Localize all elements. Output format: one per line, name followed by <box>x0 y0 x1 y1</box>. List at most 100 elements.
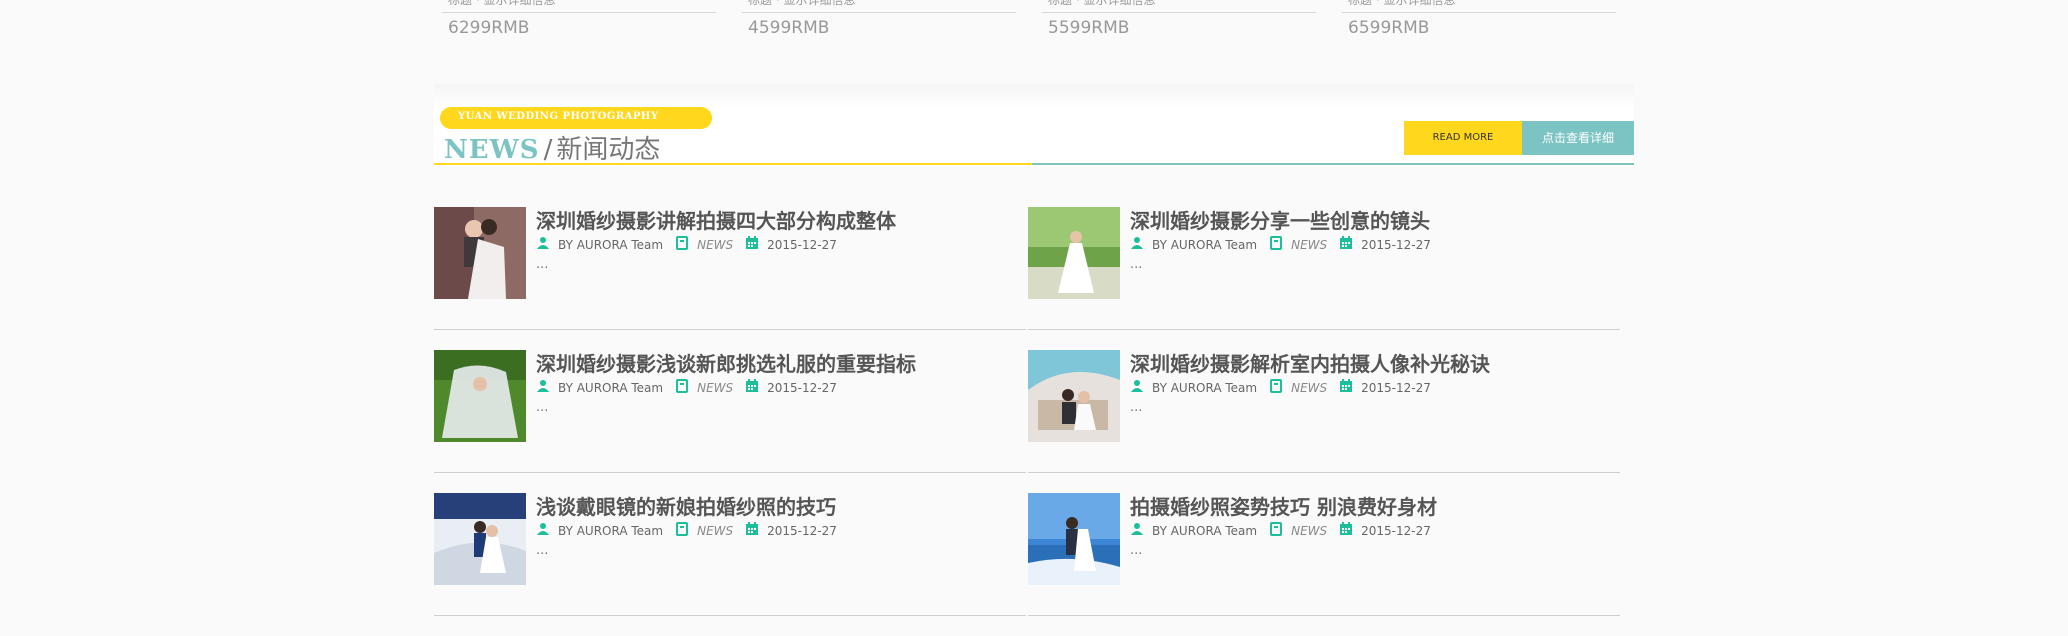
calendar-icon <box>1339 379 1353 396</box>
news-meta: BY AURORA Team NEWS 2015-12-27 <box>536 379 849 396</box>
news-excerpt: ... <box>536 257 549 272</box>
divider <box>1342 12 1616 13</box>
product-card[interactable]: 标题 · 显示详细信息 6299RMB <box>434 0 716 60</box>
calendar-icon <box>745 379 759 396</box>
book-icon <box>1269 379 1283 396</box>
news-excerpt: ... <box>1130 543 1143 558</box>
news-category[interactable]: NEWS <box>697 381 733 395</box>
page-wrapper: 标题 · 显示详细信息 6299RMB 标题 · 显示详细信息 4599RMB … <box>434 0 1634 625</box>
news-meta: BY AURORA Team NEWS 2015-12-27 <box>1130 522 1443 539</box>
news-title[interactable]: 浅谈戴眼镜的新娘拍婚纱照的技巧 <box>536 491 836 520</box>
section-tag-text: YUAN WEDDING PHOTOGRAPHY <box>458 111 659 122</box>
divider <box>1042 12 1316 13</box>
news-category[interactable]: NEWS <box>1291 238 1327 252</box>
divider <box>434 615 1026 616</box>
news-thumbnail[interactable] <box>434 350 526 442</box>
user-icon <box>536 379 550 396</box>
product-caption: 标题 · 显示详细信息 <box>1048 0 1156 7</box>
news-author: BY AURORA Team <box>558 380 664 395</box>
product-card[interactable]: 标题 · 显示详细信息 5599RMB <box>1034 0 1316 60</box>
news-item[interactable]: 深圳婚纱摄影讲解拍摄四大部分构成整体 BY AURORA Team NEWS 2015… <box>434 207 1026 350</box>
product-price: 6599RMB <box>1348 18 1430 38</box>
news-item[interactable]: 深圳婚纱摄影分享一些创意的镜头 BY AURORA Team NEWS 2015-12… <box>1028 207 1620 350</box>
news-title[interactable]: 深圳婚纱摄影浅谈新郎挑选礼服的重要指标 <box>536 348 916 377</box>
news-date: 2015-12-27 <box>767 523 837 538</box>
news-author: BY AURORA Team <box>558 237 664 252</box>
news-date: 2015-12-27 <box>767 380 837 395</box>
divider <box>1028 472 1620 473</box>
product-price: 4599RMB <box>748 18 830 38</box>
book-icon <box>675 379 689 396</box>
news-title[interactable]: 拍摄婚纱照姿势技巧 别浪费好身材 <box>1130 491 1437 520</box>
news-title[interactable]: 深圳婚纱摄影分享一些创意的镜头 <box>1130 205 1430 234</box>
news-thumbnail[interactable] <box>1028 350 1120 442</box>
news-excerpt: ... <box>1130 400 1143 415</box>
user-icon <box>536 236 550 253</box>
news-excerpt: ... <box>536 400 549 415</box>
divider <box>1028 329 1620 330</box>
divider <box>442 12 716 13</box>
product-card[interactable]: 标题 · 显示详细信息 6599RMB <box>1334 0 1616 60</box>
book-icon <box>1269 522 1283 539</box>
news-author: BY AURORA Team <box>1152 380 1258 395</box>
news-author: BY AURORA Team <box>558 523 664 538</box>
news-category[interactable]: NEWS <box>1291 524 1327 538</box>
section-tag: YUAN WEDDING PHOTOGRAPHY <box>440 107 712 129</box>
section-title-cn: 新闻动态 <box>556 135 661 165</box>
news-date: 2015-12-27 <box>767 237 837 252</box>
product-price: 6299RMB <box>448 18 530 38</box>
news-author: BY AURORA Team <box>1152 237 1258 252</box>
divider <box>742 12 1016 13</box>
news-item[interactable]: 深圳婚纱摄影解析室内拍摄人像补光秘诀 BY AURORA Team NEWS 2015… <box>1028 350 1620 493</box>
divider <box>1028 615 1620 616</box>
product-price: 5599RMB <box>1048 18 1130 38</box>
news-author: BY AURORA Team <box>1152 523 1258 538</box>
book-icon <box>675 522 689 539</box>
product-card[interactable]: 标题 · 显示详细信息 4599RMB <box>734 0 1016 60</box>
user-icon <box>1130 236 1144 253</box>
divider <box>434 472 1026 473</box>
news-meta: BY AURORA Team NEWS 2015-12-27 <box>1130 379 1443 396</box>
news-item[interactable]: 深圳婚纱摄影浅谈新郎挑选礼服的重要指标 BY AURORA Team NEWS 201… <box>434 350 1026 493</box>
user-icon <box>536 522 550 539</box>
news-thumbnail[interactable] <box>1028 207 1120 299</box>
news-category[interactable]: NEWS <box>697 238 733 252</box>
product-caption: 标题 · 显示详细信息 <box>1348 0 1456 7</box>
news-date: 2015-12-27 <box>1361 237 1431 252</box>
product-caption: 标题 · 显示详细信息 <box>448 0 556 7</box>
section-title: NEWS / 新闻动态 <box>444 129 660 166</box>
news-item[interactable]: 浅谈戴眼镜的新娘拍婚纱照的技巧 BY AURORA Team NEWS 2015-12… <box>434 493 1026 636</box>
calendar-icon <box>745 522 759 539</box>
news-category[interactable]: NEWS <box>1291 381 1327 395</box>
news-title[interactable]: 深圳婚纱摄影解析室内拍摄人像补光秘诀 <box>1130 348 1490 377</box>
news-excerpt: ... <box>536 543 549 558</box>
product-caption: 标题 · 显示详细信息 <box>748 0 856 7</box>
section-title-en: NEWS <box>444 135 540 165</box>
news-thumbnail[interactable] <box>434 207 526 299</box>
calendar-icon <box>745 236 759 253</box>
calendar-icon <box>1339 236 1353 253</box>
book-icon <box>675 236 689 253</box>
news-thumbnail[interactable] <box>434 493 526 585</box>
news-header: YUAN WEDDING PHOTOGRAPHY NEWS / 新闻动态 READ … <box>434 84 1634 166</box>
news-title[interactable]: 深圳婚纱摄影讲解拍摄四大部分构成整体 <box>536 205 896 234</box>
news-date: 2015-12-27 <box>1361 380 1431 395</box>
news-meta: BY AURORA Team NEWS 2015-12-27 <box>536 236 849 253</box>
news-excerpt: ... <box>1130 257 1143 272</box>
header-rule-teal <box>1032 163 1634 165</box>
news-meta: BY AURORA Team NEWS 2015-12-27 <box>1130 236 1443 253</box>
view-detail-button[interactable]: 点击查看详细 <box>1522 121 1634 155</box>
news-date: 2015-12-27 <box>1361 523 1431 538</box>
read-more-button[interactable]: READ MORE <box>1404 121 1522 155</box>
book-icon <box>1269 236 1283 253</box>
section-title-sep: / <box>543 135 553 165</box>
user-icon <box>1130 522 1144 539</box>
divider <box>434 329 1026 330</box>
user-icon <box>1130 379 1144 396</box>
calendar-icon <box>1339 522 1353 539</box>
news-category[interactable]: NEWS <box>697 524 733 538</box>
news-thumbnail[interactable] <box>1028 493 1120 585</box>
news-meta: BY AURORA Team NEWS 2015-12-27 <box>536 522 849 539</box>
header-rule-yellow <box>434 163 1032 165</box>
news-item[interactable]: 拍摄婚纱照姿势技巧 别浪费好身材 BY AURORA Team NEWS 2015-1… <box>1028 493 1620 636</box>
